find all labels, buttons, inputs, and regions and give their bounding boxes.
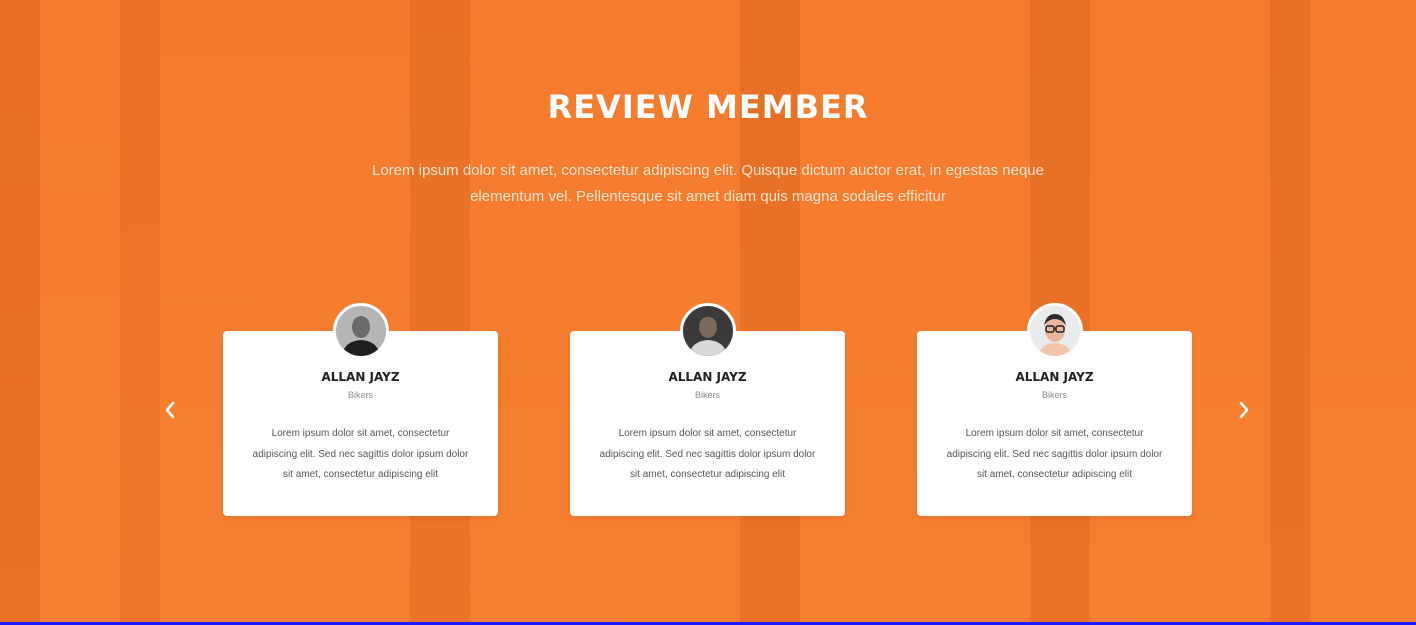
review-card: ALLAN JAYZ Bikers Lorem ipsum dolor sit … <box>917 303 1192 516</box>
review-card: ALLAN JAYZ Bikers Lorem ipsum dolor sit … <box>223 303 498 516</box>
avatar <box>332 303 389 359</box>
avatar-photo <box>1029 306 1080 356</box>
carousel-prev-button[interactable] <box>158 398 182 422</box>
section-subtitle: Lorem ipsum dolor sit amet, consectetur … <box>371 162 1044 205</box>
member-name: ALLAN JAYZ <box>668 370 747 384</box>
member-name: ALLAN JAYZ <box>1015 370 1094 384</box>
member-role: Bikers <box>347 390 373 400</box>
carousel-next-button[interactable] <box>1232 398 1256 422</box>
review-text: Lorem ipsum dolor sit amet, consectetur … <box>946 428 1163 480</box>
review-card: ALLAN JAYZ Bikers Lorem ipsum dolor sit … <box>570 303 845 516</box>
avatar-photo <box>335 306 386 356</box>
member-role: Bikers <box>694 390 720 400</box>
avatar-photo <box>682 306 733 356</box>
section-title: REVIEW MEMBER <box>547 88 869 126</box>
review-text: Lorem ipsum dolor sit amet, consectetur … <box>252 428 469 480</box>
chevron-right-icon <box>1239 401 1249 419</box>
chevron-left-icon <box>165 401 175 419</box>
review-text: Lorem ipsum dolor sit amet, consectetur … <box>599 428 816 480</box>
avatar <box>679 303 736 359</box>
avatar <box>1026 303 1083 359</box>
member-role: Bikers <box>1041 390 1067 400</box>
member-name: ALLAN JAYZ <box>321 370 400 384</box>
review-section: REVIEW MEMBER Lorem ipsum dolor sit amet… <box>0 0 1416 625</box>
